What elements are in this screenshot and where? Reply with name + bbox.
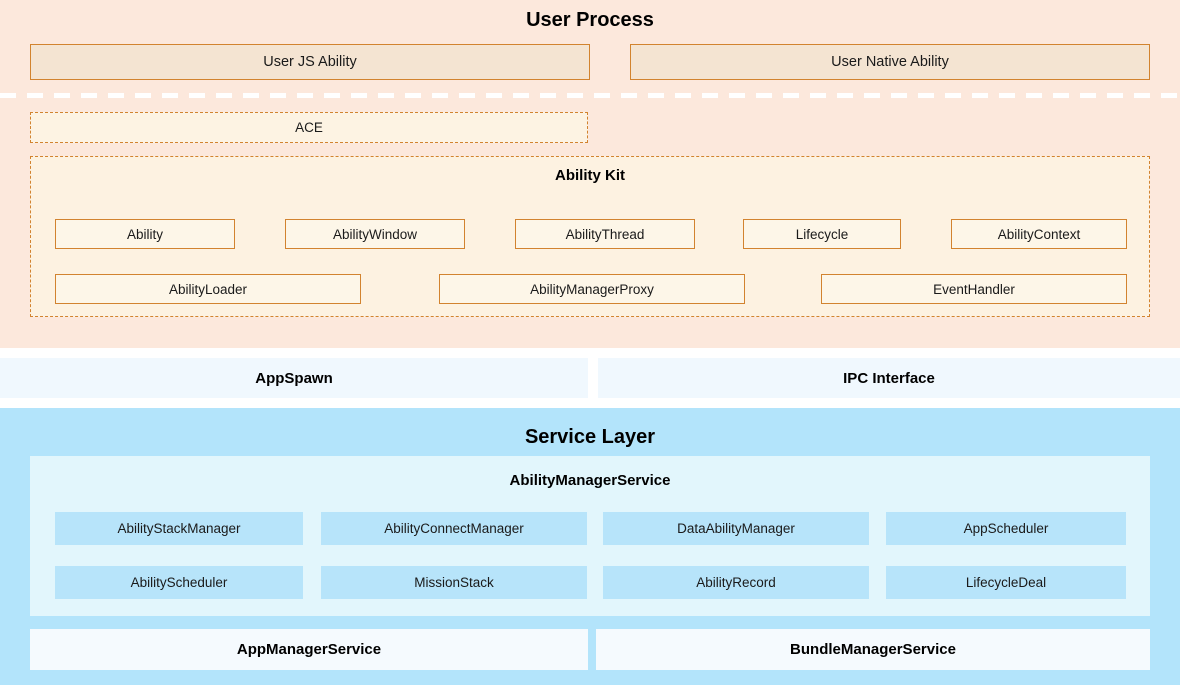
ability-kit-item-abilitywindow[interactable]: AbilityWindow (285, 219, 465, 249)
ability-kit-item-lifecycle[interactable]: Lifecycle (743, 219, 901, 249)
user-process-section: User Process User JS Ability User Native… (0, 0, 1180, 348)
ability-manager-service-title: AbilityManagerService (30, 472, 1150, 489)
ability-kit-row-1: Ability AbilityWindow AbilityThread Life… (31, 219, 1149, 249)
ams-item-abilityscheduler[interactable]: AbilityScheduler (55, 566, 303, 599)
ability-kit-row-2: AbilityLoader AbilityManagerProxy EventH… (31, 274, 1149, 304)
ams-item-appscheduler[interactable]: AppScheduler (886, 512, 1126, 545)
bundle-manager-service-box[interactable]: BundleManagerService (596, 629, 1150, 670)
ams-item-abilitystackmanager[interactable]: AbilityStackManager (55, 512, 303, 545)
user-js-ability-box[interactable]: User JS Ability (30, 44, 590, 80)
ace-box[interactable]: ACE (30, 112, 588, 143)
ipc-interface-box[interactable]: IPC Interface (598, 358, 1180, 398)
ams-item-missionstack[interactable]: MissionStack (321, 566, 587, 599)
middle-band-section: AppSpawn IPC Interface (0, 348, 1180, 408)
app-manager-service-box[interactable]: AppManagerService (30, 629, 588, 670)
user-native-ability-box[interactable]: User Native Ability (630, 44, 1150, 80)
ams-item-abilityrecord[interactable]: AbilityRecord (603, 566, 869, 599)
ability-kit-item-ability[interactable]: Ability (55, 219, 235, 249)
ability-kit-item-abilitythread[interactable]: AbilityThread (515, 219, 695, 249)
ability-kit-item-abilitymanagerproxy[interactable]: AbilityManagerProxy (439, 274, 745, 304)
ams-row-2: AbilityScheduler MissionStack AbilityRec… (30, 566, 1150, 599)
ability-kit-item-abilitycontext[interactable]: AbilityContext (951, 219, 1127, 249)
service-layer-title: Service Layer (0, 427, 1180, 447)
ability-manager-service-container: AbilityManagerService AbilityStackManage… (30, 456, 1150, 616)
ability-kit-item-eventhandler[interactable]: EventHandler (821, 274, 1127, 304)
ams-row-1: AbilityStackManager AbilityConnectManage… (30, 512, 1150, 545)
ability-kit-container: Ability Kit Ability AbilityWindow Abilit… (30, 156, 1150, 317)
ams-item-abilityconnectmanager[interactable]: AbilityConnectManager (321, 512, 587, 545)
ability-kit-item-abilityloader[interactable]: AbilityLoader (55, 274, 361, 304)
architecture-diagram: User Process User JS Ability User Native… (0, 0, 1180, 685)
bottom-services-row: AppManagerService BundleManagerService (0, 629, 1180, 670)
user-ability-row: User JS Ability User Native Ability (0, 44, 1180, 80)
ams-item-lifecycledeal[interactable]: LifecycleDeal (886, 566, 1126, 599)
appspawn-box[interactable]: AppSpawn (0, 358, 588, 398)
user-process-title: User Process (0, 10, 1180, 30)
ams-item-dataabilitymanager[interactable]: DataAbilityManager (603, 512, 869, 545)
process-boundary-separator (0, 93, 1180, 98)
ability-kit-title: Ability Kit (31, 167, 1149, 184)
